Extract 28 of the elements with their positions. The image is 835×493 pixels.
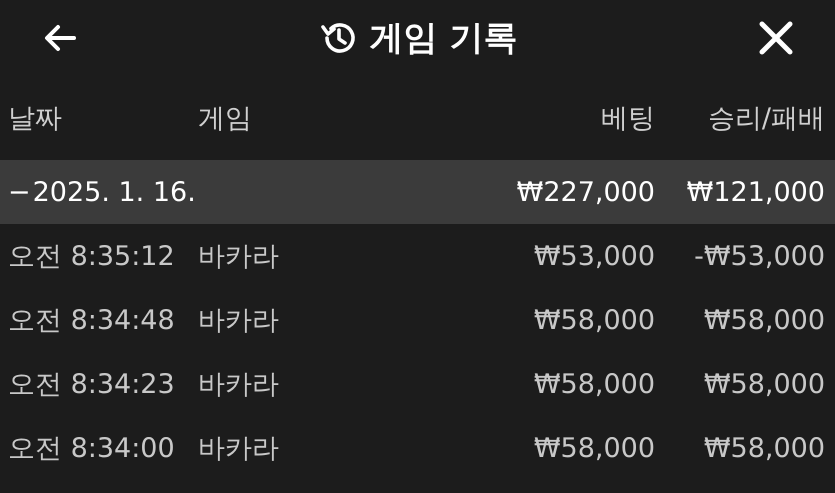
close-button[interactable] bbox=[757, 19, 795, 57]
group-date: 2025. 1. 16. bbox=[32, 176, 196, 208]
window-title: 게임 기록 bbox=[370, 17, 518, 60]
game-column-header[interactable]: 게임 bbox=[198, 100, 495, 136]
date-column-header[interactable]: 날짜 bbox=[8, 100, 198, 136]
bet-cell-text: ₩58,000 bbox=[532, 368, 655, 400]
time-cell-text: 오전 8:35:12 bbox=[8, 240, 176, 274]
bet-cell-text: ₩58,000 bbox=[532, 432, 655, 464]
result-cell-text: ₩58,000 bbox=[702, 432, 825, 464]
bet-cell-text: ₩58,000 bbox=[532, 304, 655, 336]
time-cell-text: 오전 8:34:00 bbox=[8, 432, 176, 466]
time-cell-text: 오전 8:34:48 bbox=[8, 304, 176, 338]
collapse-toggle[interactable]: − bbox=[8, 176, 31, 208]
game-cell-text: 바카라 bbox=[198, 304, 280, 338]
date-group-row[interactable]: −2025. 1. 16. ₩227,000 ₩121,000 bbox=[0, 160, 835, 224]
close-icon bbox=[757, 19, 795, 57]
game-cell-text: 바카라 bbox=[198, 240, 280, 274]
game-cell-text: 바카라 bbox=[198, 432, 280, 466]
result-cell-text: ₩58,000 bbox=[702, 368, 825, 400]
bet-total: ₩227,000 bbox=[516, 176, 655, 208]
game-cell-text: 바카라 bbox=[198, 368, 280, 402]
time-cell-text: 오전 8:34:23 bbox=[8, 368, 176, 402]
result-total: ₩121,000 bbox=[686, 176, 825, 208]
result-cell-text: ₩58,000 bbox=[702, 304, 825, 336]
result-column-header[interactable]: 승리/패배 bbox=[655, 100, 825, 136]
bet-column-header[interactable]: 베팅 bbox=[495, 100, 655, 136]
bet-cell-text: ₩53,000 bbox=[532, 240, 655, 272]
result-cell-text: -₩53,000 bbox=[693, 240, 825, 272]
